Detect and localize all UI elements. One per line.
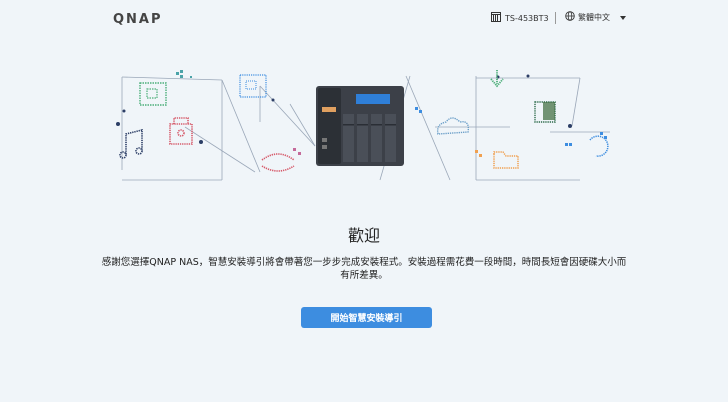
model-indicator: TS-453BT3 bbox=[491, 12, 549, 24]
nas-device-icon bbox=[491, 12, 501, 24]
start-smart-installation-button[interactable]: 開始智慧安裝導引 bbox=[301, 307, 432, 328]
language-label: 繁體中文 bbox=[578, 12, 610, 22]
chevron-down-icon bbox=[620, 13, 626, 22]
welcome-title: 歡迎 bbox=[347, 226, 380, 245]
monitor-pixel-icon bbox=[139, 82, 167, 106]
language-selector[interactable]: 繁體中文 bbox=[565, 11, 626, 23]
nas-device-illustration bbox=[316, 86, 404, 166]
globe-icon bbox=[565, 11, 575, 23]
header: QNAP TS-453BT3 繁體中文 bbox=[0, 0, 728, 38]
qnap-logo: QNAP bbox=[113, 12, 163, 27]
header-divider bbox=[555, 12, 556, 24]
welcome-description: 感謝您選擇QNAP NAS，智慧安裝導引將會帶著您一步步完成安裝程式。安裝過程需… bbox=[101, 257, 627, 281]
welcome-illustration bbox=[116, 70, 610, 181]
model-name: TS-453BT3 bbox=[505, 13, 549, 23]
